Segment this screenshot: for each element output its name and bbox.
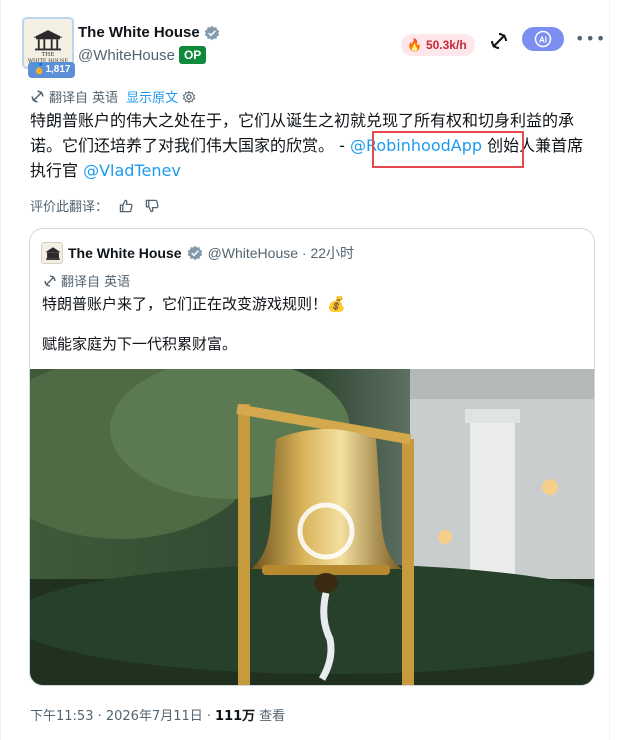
author-avatar[interactable]: THE WHITE HOUSE 🏅1,817	[22, 17, 76, 78]
verified-badge-icon	[187, 245, 202, 261]
show-original-link[interactable]: 显示原文	[126, 87, 178, 106]
quoted-text-line1: 特朗普账户来了，它们正在改变游戏规则！💰	[42, 295, 346, 313]
quoted-tweet[interactable]: The White House @WhiteHouse · 22小时 翻译自 英…	[29, 228, 595, 686]
thumbs-up-icon[interactable]	[118, 198, 134, 214]
rate-translation-label: 评价此翻译：	[30, 200, 109, 215]
trending-rate: 50.3k/h	[425, 38, 467, 52]
bell-photo[interactable]	[30, 369, 595, 686]
mention-vladtenev[interactable]: @VladTenev	[83, 161, 181, 180]
rate-translation-row: 评价此翻译：	[30, 196, 160, 215]
translate-icon	[31, 90, 44, 103]
quoted-translated-from-label: 翻译自 英语	[61, 275, 131, 290]
quoted-tweet-header: The White House @WhiteHouse · 22小时	[41, 242, 354, 264]
timestamp[interactable]: 下午11:53 · 2026年7月11日 ·	[30, 705, 211, 724]
quoted-author-name[interactable]: The White House	[68, 245, 182, 261]
svg-text:AI: AI	[539, 36, 547, 45]
quoted-author-avatar[interactable]	[41, 242, 63, 264]
left-border	[0, 0, 1, 740]
translate-icon	[44, 274, 56, 287]
trending-rate-pill[interactable]: 🔥 50.3k/h	[401, 34, 475, 56]
thumbs-down-icon[interactable]	[144, 198, 160, 214]
settings-gear-icon[interactable]	[182, 89, 196, 104]
quoted-text-line2: 赋能家庭为下一代积累财富。	[42, 335, 238, 353]
author-name-row[interactable]: The White House	[78, 24, 220, 41]
ai-button[interactable]: AI	[522, 27, 564, 51]
medal-icon: 🏅	[33, 64, 46, 75]
follower-badge: 🏅1,817	[28, 62, 76, 78]
ai-icon: AI	[534, 30, 552, 48]
quoted-author-handle: @WhiteHouse · 22小时	[207, 245, 355, 261]
translation-info: 翻译自 英语 显示原文	[30, 87, 196, 106]
author-handle-row: @WhiteHouse OP	[78, 46, 207, 64]
fire-icon: 🔥	[407, 38, 422, 52]
quoted-translation-info: 翻译自 英语	[43, 271, 130, 290]
author-name[interactable]: The White House	[78, 24, 200, 41]
follower-badge-label: 1,817	[45, 64, 71, 75]
svg-text:THE: THE	[42, 52, 55, 58]
author-handle[interactable]: @WhiteHouse	[78, 47, 175, 64]
sync-icon[interactable]	[489, 31, 509, 51]
translated-from-label: 翻译自 英语	[49, 91, 119, 106]
tweet-footer: 下午11:53 · 2026年7月11日 · 111万 查看	[30, 705, 285, 724]
views-count: 111万	[215, 709, 256, 724]
verified-badge-icon	[204, 25, 219, 40]
right-border	[609, 0, 610, 740]
op-badge: OP	[178, 46, 207, 64]
highlight-box	[372, 131, 524, 168]
views-label: 查看	[259, 709, 286, 724]
more-options-icon[interactable]: •••	[575, 30, 605, 48]
